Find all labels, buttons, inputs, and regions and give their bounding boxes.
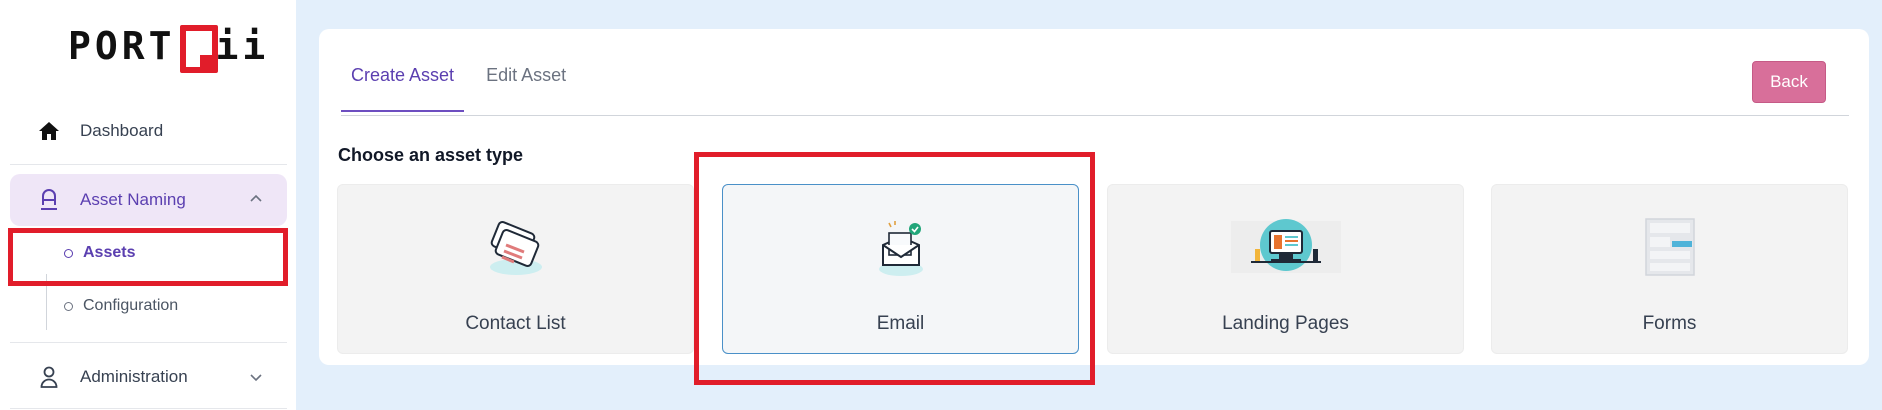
tab-create-asset[interactable]: Create Asset xyxy=(341,65,465,112)
asset-naming-icon xyxy=(38,189,60,211)
section-title: Choose an asset type xyxy=(338,145,524,165)
asset-type-forms[interactable]: Forms xyxy=(1491,184,1848,354)
asset-type-landing-pages[interactable]: Landing Pages xyxy=(1107,184,1464,354)
asset-type-label: Contact List xyxy=(465,313,566,334)
asset-type-label: Forms xyxy=(1642,313,1697,334)
sidebar-item-dashboard[interactable]: Dashboard xyxy=(10,106,287,156)
sidebar-divider xyxy=(10,164,287,165)
landing-pages-icon xyxy=(1226,215,1346,279)
user-icon xyxy=(38,366,60,388)
sidebar-subitem-assets[interactable]: Assets xyxy=(46,233,276,273)
circle-bullet-icon xyxy=(64,248,73,258)
logo-text-right: ii xyxy=(215,24,270,68)
logo-text-left: PORT xyxy=(68,24,176,68)
asset-tabs: Create Asset Edit Asset xyxy=(341,65,588,112)
contact-list-icon xyxy=(471,215,561,279)
sidebar-subitem-configuration[interactable]: Configuration xyxy=(46,286,276,326)
chevron-down-icon[interactable] xyxy=(249,369,263,389)
create-asset-card: Create Asset Edit Asset Back Choose an a… xyxy=(319,29,1869,365)
asset-type-email[interactable]: Email xyxy=(722,184,1079,354)
tab-edit-asset[interactable]: Edit Asset xyxy=(476,65,576,112)
portqii-logo[interactable]: PORT ii xyxy=(68,16,269,76)
email-icon xyxy=(856,215,946,279)
sidebar-subitem-label: Assets xyxy=(83,244,136,261)
forms-icon xyxy=(1625,215,1715,279)
home-icon xyxy=(38,120,60,142)
logo-q-mark xyxy=(179,25,218,73)
sidebar-item-label: Asset Naming xyxy=(80,190,186,209)
sidebar: PORT ii Dashboard Asset Naming Assets Co… xyxy=(0,0,296,410)
sidebar-subitem-label: Configuration xyxy=(83,297,179,314)
asset-type-label: Email xyxy=(876,313,925,334)
sidebar-item-label: Dashboard xyxy=(80,121,164,140)
asset-type-contact-list[interactable]: Contact List xyxy=(337,184,694,354)
asset-type-label: Landing Pages xyxy=(1222,313,1349,334)
sidebar-item-administration[interactable]: Administration xyxy=(10,352,287,402)
tabs-underline xyxy=(341,115,1849,116)
sidebar-item-label: Administration xyxy=(80,367,188,386)
circle-bullet-icon xyxy=(64,301,73,311)
sidebar-item-asset-naming[interactable]: Asset Naming xyxy=(10,174,287,226)
sidebar-divider xyxy=(10,408,287,409)
sidebar-divider xyxy=(10,342,287,343)
chevron-up-icon[interactable] xyxy=(249,191,263,211)
back-button[interactable]: Back xyxy=(1752,61,1826,103)
